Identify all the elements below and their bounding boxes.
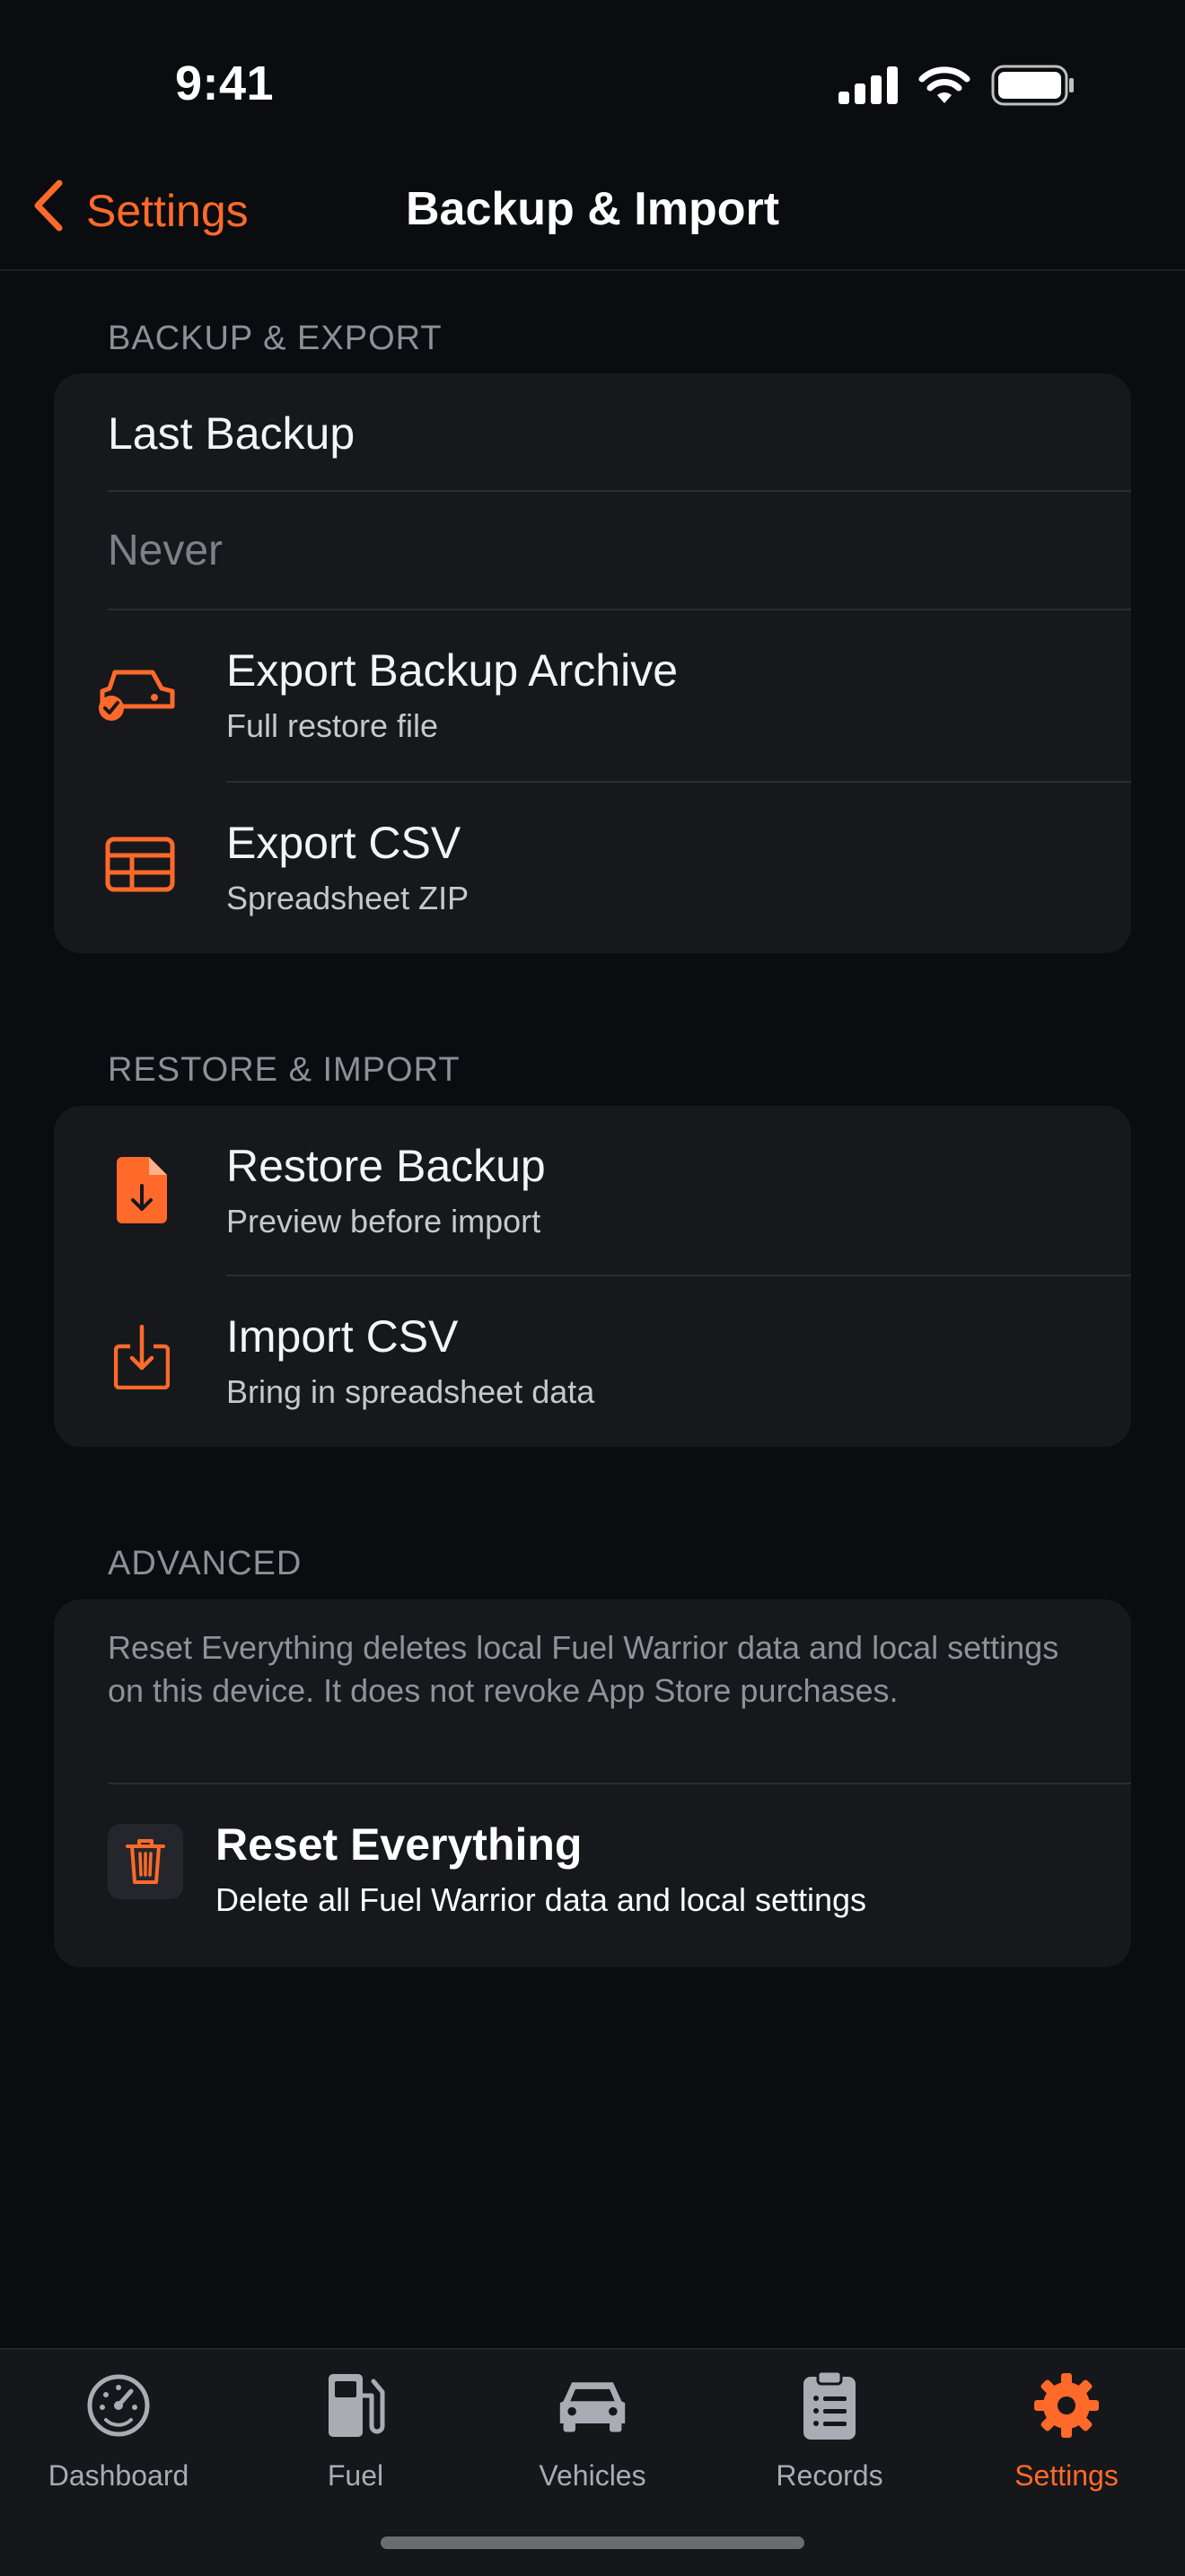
- section-header-backup-export: BACKUP & EXPORT: [108, 320, 443, 357]
- gear-icon: [1031, 2370, 1102, 2441]
- export-backup-archive-row[interactable]: Export Backup Archive Full restore file: [54, 610, 1131, 781]
- wifi-icon: [917, 66, 971, 110]
- tab-vehicles[interactable]: Vehicles: [474, 2350, 711, 2529]
- import-csv-subtitle: Bring in spreadsheet data: [226, 1373, 595, 1410]
- fuel-pump-icon: [320, 2370, 391, 2441]
- tab-dashboard[interactable]: Dashboard: [0, 2350, 237, 2529]
- tab-settings[interactable]: Settings: [948, 2350, 1185, 2529]
- section-header-advanced: ADVANCED: [108, 1545, 303, 1582]
- reset-everything-button[interactable]: Reset Everything Delete all Fuel Warrior…: [54, 1784, 1131, 1967]
- export-csv-row[interactable]: Export CSV Spreadsheet ZIP: [54, 783, 1131, 953]
- export-csv-subtitle: Spreadsheet ZIP: [226, 880, 470, 916]
- status-icons: [838, 65, 1075, 110]
- reset-description: Reset Everything deletes local Fuel Warr…: [108, 1629, 1059, 1709]
- restore-backup-row[interactable]: Restore Backup Preview before import: [54, 1106, 1131, 1275]
- tab-label-settings: Settings: [1014, 2459, 1119, 2492]
- document-download-icon: [117, 1156, 167, 1224]
- tab-label-vehicles: Vehicles: [539, 2459, 646, 2492]
- status-time: 9:41: [175, 57, 275, 110]
- tab-label-dashboard: Dashboard: [48, 2459, 189, 2492]
- tab-fuel[interactable]: Fuel: [237, 2350, 474, 2529]
- car-check-icon: [95, 657, 178, 729]
- export-backup-archive-subtitle: Full restore file: [226, 707, 439, 744]
- import-csv-title: Import CSV: [226, 1311, 459, 1362]
- export-csv-title: Export CSV: [226, 818, 461, 868]
- section-header-restore-import: RESTORE & IMPORT: [108, 1051, 461, 1089]
- trash-icon: [108, 1824, 183, 1899]
- advanced-card: Reset Everything deletes local Fuel Warr…: [54, 1599, 1131, 1967]
- restore-backup-title: Restore Backup: [226, 1141, 546, 1191]
- row-divider: [108, 490, 1131, 492]
- tab-label-fuel: Fuel: [327, 2459, 384, 2492]
- import-csv-row[interactable]: Import CSV Bring in spreadsheet data: [54, 1276, 1131, 1447]
- car-icon: [557, 2370, 628, 2441]
- last-backup-label: Last Backup: [108, 408, 356, 459]
- battery-icon: [991, 65, 1075, 110]
- clipboard-icon: [794, 2370, 865, 2441]
- cellular-signal-icon: [838, 66, 898, 109]
- reset-everything-title: Reset Everything: [215, 1819, 583, 1870]
- nav-divider: [0, 269, 1185, 271]
- export-backup-archive-title: Export Backup Archive: [226, 645, 679, 696]
- tab-label-records: Records: [776, 2459, 883, 2492]
- last-backup-value: Never: [108, 527, 224, 574]
- table-icon: [104, 835, 176, 894]
- backup-export-card: Last Backup Never Export Backup Archive …: [54, 373, 1131, 953]
- reset-everything-subtitle: Delete all Fuel Warrior data and local s…: [215, 1881, 867, 1918]
- tray-download-icon: [113, 1323, 171, 1391]
- home-indicator: [381, 2537, 804, 2549]
- restore-import-card: Restore Backup Preview before import Imp…: [54, 1106, 1131, 1447]
- speedometer-icon: [83, 2370, 154, 2441]
- page-title: Backup & Import: [405, 183, 780, 235]
- tab-records[interactable]: Records: [711, 2350, 948, 2529]
- restore-backup-subtitle: Preview before import: [226, 1203, 541, 1240]
